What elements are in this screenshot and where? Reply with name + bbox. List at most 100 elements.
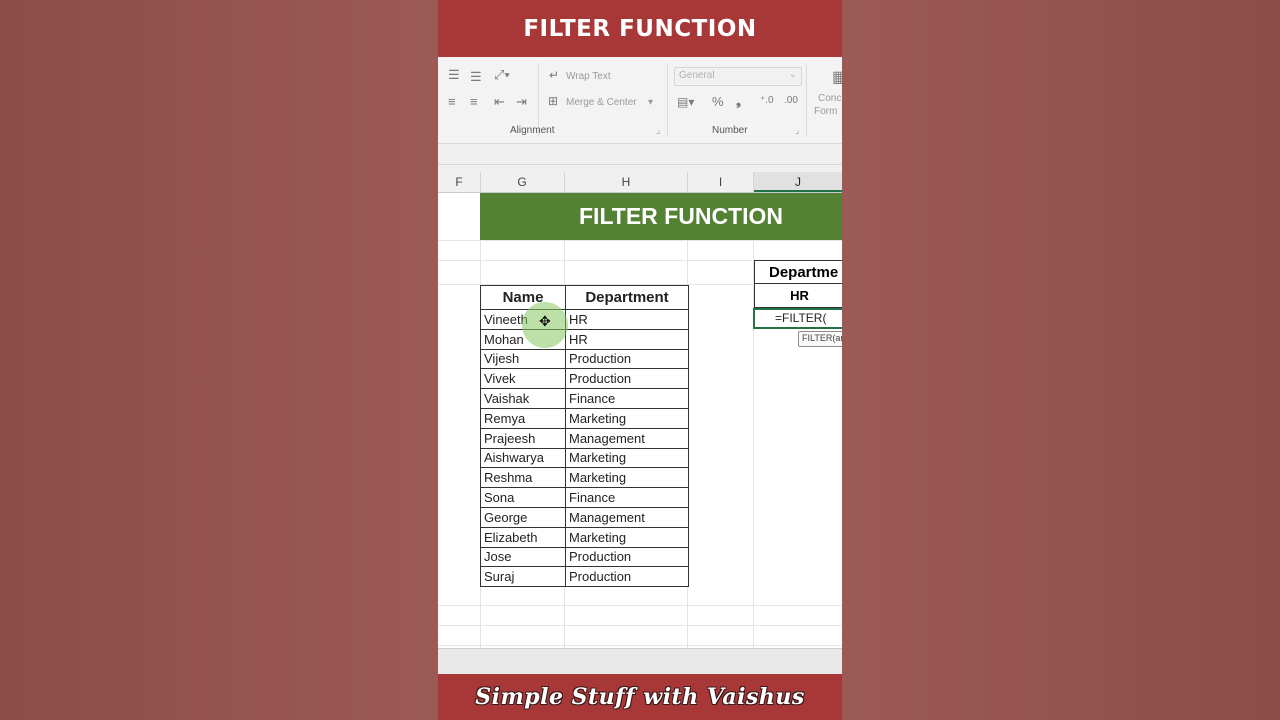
- alignment-group-label: Alignment: [510, 125, 555, 136]
- column-headers: F G H I J: [438, 172, 842, 193]
- align-left-icon[interactable]: ≡: [448, 94, 456, 109]
- ribbon: ☰ ☰ ⤢▾ ≡ ≡ ⇤ ⇥ ↵ Wrap Text ⊞ Merge & Cen…: [438, 57, 842, 144]
- conditional-formatting-icon[interactable]: ▦: [832, 67, 842, 87]
- data-table: Name Department Vineeth HR Mohan HR Vijesh…: [480, 285, 689, 588]
- department-cell[interactable]: HR: [565, 309, 689, 330]
- department-cell[interactable]: Finance: [565, 487, 689, 508]
- department-cell[interactable]: Marketing: [565, 467, 689, 489]
- department-cell[interactable]: Production: [565, 368, 689, 390]
- column-header-h[interactable]: H: [565, 172, 688, 192]
- gridline: [438, 240, 842, 241]
- name-cell[interactable]: Prajeesh: [480, 427, 566, 449]
- name-cell[interactable]: Sona: [480, 487, 566, 508]
- table-row: Reshma Marketing: [480, 467, 689, 489]
- increase-decimal-icon[interactable]: ⁺.0: [760, 95, 774, 106]
- name-cell[interactable]: Elizabeth: [480, 526, 566, 548]
- ribbon-separator: [806, 63, 807, 137]
- align-center-icon[interactable]: ≡: [470, 94, 478, 109]
- sheet-title: FILTER FUNCTION: [579, 203, 783, 229]
- column-header-i[interactable]: I: [688, 172, 754, 192]
- percent-icon[interactable]: %: [712, 94, 724, 109]
- department-cell[interactable]: Production: [565, 546, 689, 568]
- merge-dropdown-icon[interactable]: ▾: [648, 97, 653, 108]
- table-row: Vivek Production: [480, 368, 689, 390]
- number-dialog-launcher-icon[interactable]: ⌟: [795, 125, 799, 136]
- wrap-text-icon[interactable]: ↵: [549, 68, 559, 82]
- table-row: Vaishak Finance: [480, 388, 689, 409]
- department-cell[interactable]: Marketing: [565, 407, 689, 429]
- gridline: [438, 645, 842, 646]
- table-row: Remya Marketing: [480, 407, 689, 429]
- number-format-value: General: [679, 70, 715, 81]
- number-format-dropdown[interactable]: General ⌄: [674, 67, 802, 86]
- name-cell[interactable]: Aishwarya: [480, 447, 566, 469]
- table-row: Mohan HR: [480, 328, 689, 350]
- number-group-label: Number: [712, 125, 748, 136]
- function-tooltip[interactable]: FILTER(ar: [798, 331, 842, 347]
- table-row: Sona Finance: [480, 487, 689, 508]
- criteria-header-cell[interactable]: Departme: [754, 260, 842, 284]
- middle-align-icon[interactable]: ☰: [470, 69, 482, 85]
- table-row: Prajeesh Management: [480, 427, 689, 449]
- table-row: Elizabeth Marketing: [480, 526, 689, 548]
- gridline: [438, 605, 842, 606]
- name-cell[interactable]: Vivek: [480, 368, 566, 390]
- department-cell[interactable]: Marketing: [565, 447, 689, 469]
- ribbon-separator: [667, 63, 668, 137]
- channel-name: Simple Stuff with Vaishus: [475, 684, 805, 710]
- table-row: George Management: [480, 506, 689, 528]
- chevron-down-icon: ⌄: [788, 69, 797, 80]
- background-right: [842, 0, 1280, 720]
- department-header[interactable]: Department: [565, 285, 689, 310]
- department-cell[interactable]: HR: [565, 328, 689, 350]
- video-frame: FILTER FUNCTION ☰ ☰ ⤢▾ ≡ ≡ ⇤ ⇥ ↵ Wrap Te…: [438, 0, 842, 720]
- name-cell[interactable]: Vaishak: [480, 388, 566, 409]
- top-banner-title: FILTER FUNCTION: [523, 15, 757, 42]
- active-formula-cell[interactable]: =FILTER(: [753, 308, 842, 329]
- table-row: Suraj Production: [480, 566, 689, 588]
- accounting-format-icon[interactable]: ▤▾: [677, 95, 694, 109]
- name-cell[interactable]: Jose: [480, 546, 566, 568]
- conditional-formatting-label[interactable]: Conc: [818, 93, 841, 104]
- table-row: Aishwarya Marketing: [480, 447, 689, 469]
- name-cell[interactable]: George: [480, 506, 566, 528]
- name-cell[interactable]: Vijesh: [480, 348, 566, 370]
- department-cell[interactable]: Management: [565, 506, 689, 528]
- department-cell[interactable]: Finance: [565, 388, 689, 409]
- comma-style-icon[interactable]: ❟: [736, 93, 741, 109]
- wrap-text-button[interactable]: Wrap Text: [566, 71, 611, 82]
- gridline: [438, 625, 842, 626]
- department-cell[interactable]: Production: [565, 348, 689, 370]
- background-left: [0, 0, 438, 720]
- increase-indent-icon[interactable]: ⇥: [516, 94, 527, 110]
- formula-bar-area: [438, 144, 842, 172]
- table-row: Vineeth HR: [480, 309, 689, 330]
- department-cell[interactable]: Production: [565, 566, 689, 588]
- conditional-formatting-label-2[interactable]: Form: [814, 106, 837, 117]
- name-cell[interactable]: Suraj: [480, 566, 566, 588]
- table-row: Vijesh Production: [480, 348, 689, 370]
- merge-center-icon[interactable]: ⊞: [548, 94, 558, 108]
- top-align-icon[interactable]: ☰: [448, 67, 460, 83]
- orientation-icon[interactable]: ⤢▾: [494, 67, 510, 83]
- name-cell[interactable]: Remya: [480, 407, 566, 429]
- table-row: Jose Production: [480, 546, 689, 568]
- merge-center-button[interactable]: Merge & Center: [566, 97, 637, 108]
- sheet-tabs-area: [438, 648, 842, 675]
- worksheet-grid[interactable]: FILTER FUNCTION Name Department Vineeth H…: [438, 193, 842, 648]
- department-cell[interactable]: Marketing: [565, 526, 689, 548]
- name-cell[interactable]: Reshma: [480, 467, 566, 489]
- column-header-f[interactable]: F: [438, 172, 481, 192]
- column-header-g[interactable]: G: [480, 172, 565, 192]
- decrease-indent-icon[interactable]: ⇤: [494, 94, 505, 110]
- column-header-j[interactable]: J: [754, 172, 842, 192]
- top-banner: FILTER FUNCTION: [438, 0, 842, 57]
- department-cell[interactable]: Management: [565, 427, 689, 449]
- table-header-row: Name Department: [480, 285, 689, 310]
- cell-cursor-icon: ✥: [539, 313, 551, 329]
- alignment-dialog-launcher-icon[interactable]: ⌟: [656, 125, 660, 136]
- bottom-banner: Simple Stuff with Vaishus: [438, 674, 842, 720]
- sheet-title-banner[interactable]: FILTER FUNCTION: [480, 193, 842, 240]
- decrease-decimal-icon[interactable]: .00: [784, 95, 798, 106]
- criteria-value-cell[interactable]: HR: [754, 284, 842, 308]
